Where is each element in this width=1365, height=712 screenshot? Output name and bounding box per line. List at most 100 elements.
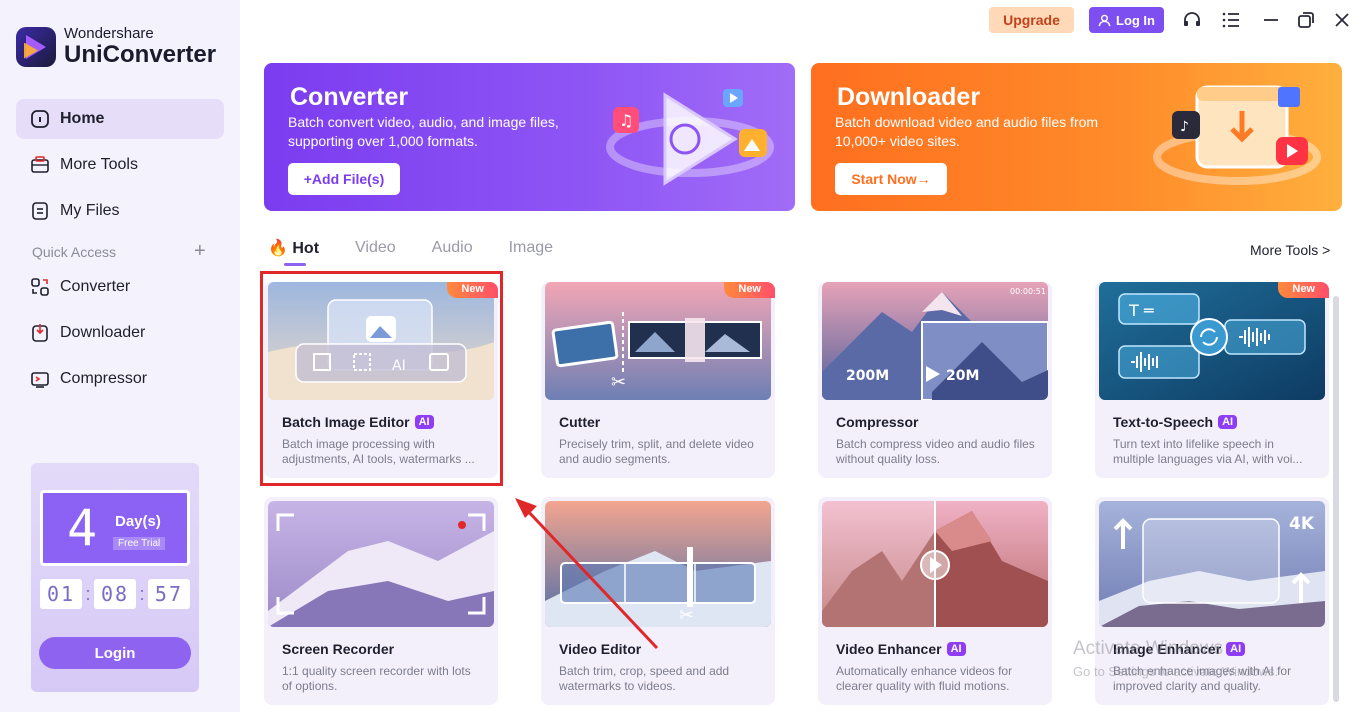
tool-card-cutter[interactable]: ✂ New Cutter Precisely trim, split, and … [541, 282, 775, 478]
tool-card-compressor[interactable]: 00:00:51 200M 20M Compressor Batch compr… [818, 282, 1052, 478]
card-desc: Batch compress video and audio files wit… [836, 437, 1035, 466]
countdown-colon: : [139, 583, 145, 604]
tool-card-video-enhancer[interactable]: Video Enhancer AI Automatically enhance … [818, 497, 1052, 705]
login-label: Log In [1116, 12, 1155, 28]
sidebar-item-compressor[interactable]: Compressor [16, 359, 224, 399]
annotation-arrow [515, 498, 659, 650]
svg-text:✂: ✂ [679, 605, 694, 626]
sidebar-item-more-tools[interactable]: More Tools [16, 145, 224, 185]
card-title: Cutter [559, 414, 600, 430]
trial-days-count: 4 [67, 499, 98, 557]
svg-text:✂: ✂ [611, 372, 626, 393]
upgrade-button[interactable]: Upgrade [989, 7, 1074, 33]
ai-badge: AI [1226, 642, 1246, 656]
card-desc: Turn text into lifelike speech in multip… [1113, 437, 1303, 466]
card-desc: Automatically enhance videos for clearer… [836, 664, 1013, 693]
ai-badge: AI [1218, 415, 1238, 429]
activation-watermark-title: Activate Windows [1073, 638, 1223, 659]
sidebar-item-label: Home [60, 110, 105, 127]
tab-audio[interactable]: Audio [432, 239, 473, 257]
card-desc: Batch trim, crop, speed and add watermar… [559, 664, 730, 693]
compressor-thumb-from: 200M [846, 368, 889, 384]
converter-illustration: ♫ [606, 89, 774, 186]
sidebar-item-converter[interactable]: Converter [16, 267, 224, 307]
compressor-thumb-time: 00:00:51 [1010, 287, 1046, 296]
fire-icon: 🔥 [268, 240, 288, 257]
start-now-button[interactable]: Start Now→ [835, 163, 947, 195]
downloader-banner[interactable]: Downloader Batch download video and audi… [811, 63, 1342, 211]
free-trial-label: Free Trial [113, 537, 166, 550]
sidebar-item-label: Compressor [60, 370, 148, 387]
app-logo [16, 26, 56, 67]
card-thumbnail: 00:00:51 200M 20M [822, 282, 1048, 400]
sidebar-item-home[interactable]: Home [16, 99, 224, 139]
downloader-illustration: ♪ [1153, 85, 1321, 185]
countdown-seconds: 57 [147, 579, 190, 609]
close-icon[interactable] [1330, 8, 1354, 32]
brand-main: UniConverter [64, 41, 217, 68]
user-icon [1098, 14, 1111, 27]
more-tools-link[interactable]: More Tools > [1250, 242, 1330, 258]
ai-badge: AI [946, 642, 966, 656]
image-enhancer-4k-badge: 4K [1289, 514, 1315, 534]
card-desc: 1:1 quality screen recorder with lots of… [282, 664, 471, 693]
trial-days-label: Day(s) [115, 513, 161, 530]
category-tabs: 🔥 Hot Video Audio Image [268, 238, 589, 266]
compressor-thumb-to: 20M [946, 368, 979, 384]
svg-text:T ═: T ═ [1128, 301, 1154, 320]
sidebar-item-downloader[interactable]: Downloader [16, 313, 224, 353]
restore-icon[interactable] [1294, 8, 1318, 32]
add-quick-access-icon[interactable]: + [194, 240, 206, 263]
sidebar-item-label: My Files [60, 202, 120, 219]
brand: Wondershare UniConverter [16, 26, 216, 67]
new-badge: New [724, 282, 775, 298]
headset-icon[interactable] [1180, 8, 1204, 32]
card-title: Video Enhancer AI [836, 641, 966, 657]
tool-card-text-to-speech[interactable]: T ═ New Text-to-Speech AI Turn text into… [1095, 282, 1329, 478]
sidebar-item-label: More Tools [60, 156, 138, 173]
download-icon [30, 323, 50, 343]
card-title-text: Cutter [559, 414, 601, 430]
card-title-text: Video Enhancer [836, 641, 942, 657]
tool-card-screen-recorder[interactable]: Screen Recorder 1:1 quality screen recor… [264, 497, 498, 705]
quick-access-label: Quick Access [32, 244, 117, 260]
card-title: Text-to-Speech AI [1113, 414, 1238, 430]
svg-text:♪: ♪ [1180, 119, 1189, 135]
converter-banner[interactable]: Converter Batch convert video, audio, an… [264, 63, 795, 211]
converter-title: Converter [290, 83, 409, 111]
converter-desc: Batch convert video, audio, and image fi… [288, 114, 559, 149]
scrollbar[interactable] [1333, 296, 1339, 702]
tab-image[interactable]: Image [509, 239, 553, 257]
trial-panel: 4 Day(s) Free Trial 01 : 08 : 57 Login [31, 463, 199, 692]
tab-video[interactable]: Video [355, 239, 396, 257]
file-icon [30, 201, 50, 221]
sidebar-login-button[interactable]: Login [39, 637, 191, 669]
countdown-colon: : [85, 583, 91, 604]
card-thumbnail [268, 501, 494, 627]
card-title: Compressor [836, 414, 918, 430]
toolbox-icon [30, 155, 50, 175]
activation-watermark-text: Go to Settings to activate Windows. [1073, 664, 1279, 679]
card-title: Screen Recorder [282, 641, 394, 657]
card-title-text: Compressor [836, 414, 919, 430]
menu-icon[interactable] [1219, 8, 1243, 32]
converter-icon [30, 277, 50, 297]
login-button[interactable]: Log In [1089, 7, 1164, 33]
countdown-minutes: 08 [93, 579, 136, 609]
sidebar-item-label: Downloader [60, 324, 146, 341]
trial-days-box: 4 Day(s) Free Trial [40, 490, 190, 566]
sidebar-item-my-files[interactable]: My Files [16, 191, 224, 231]
card-thumbnail: T ═ [1099, 282, 1325, 400]
home-icon [30, 109, 50, 129]
card-desc: Precisely trim, split, and delete video … [559, 437, 754, 466]
card-title-text: Text-to-Speech [1113, 414, 1214, 430]
brand-sub: Wondershare [64, 25, 154, 42]
add-files-button[interactable]: +Add File(s) [288, 163, 400, 195]
sidebar: Wondershare UniConverter Home More Tools… [0, 0, 240, 712]
card-thumbnail: ✂ [545, 282, 771, 400]
card-title-text: Screen Recorder [282, 641, 395, 657]
downloader-title: Downloader [837, 83, 981, 111]
countdown-hours: 01 [40, 579, 82, 609]
tab-hot[interactable]: 🔥 Hot [268, 238, 319, 266]
minimize-icon[interactable] [1259, 8, 1283, 32]
